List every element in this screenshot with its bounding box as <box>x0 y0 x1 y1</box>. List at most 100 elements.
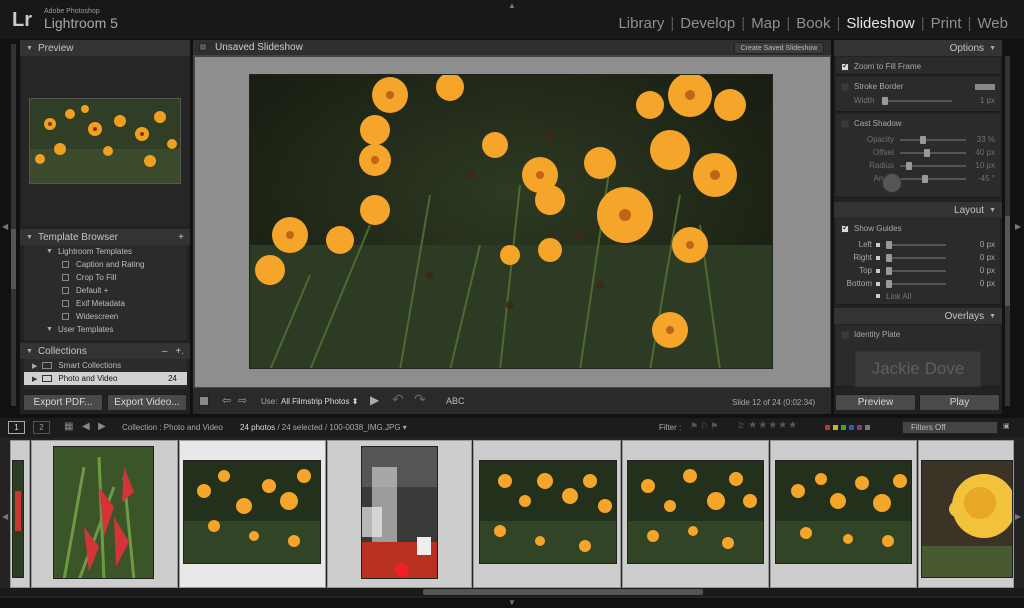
next-slide-icon[interactable]: ⇨ <box>238 394 247 407</box>
shadow-slider[interactable] <box>900 148 966 157</box>
preview-button[interactable]: Preview <box>835 394 916 411</box>
module-web[interactable]: Web <box>971 15 1014 32</box>
previous-slide-icon[interactable]: ⇦ <box>222 394 231 407</box>
stroke-color-swatch[interactable] <box>975 83 995 90</box>
rotate-left-icon[interactable]: ↶ <box>392 391 404 408</box>
use-source-dropdown[interactable]: All Filmstrip Photos ⬍ <box>281 397 358 406</box>
top-panel-toggle-icon[interactable]: ▲ <box>508 1 516 10</box>
blue-label-icon[interactable] <box>849 425 854 430</box>
preview-header[interactable]: ▼ Preview <box>20 40 190 56</box>
slider-knob[interactable] <box>886 279 892 288</box>
width-slider[interactable] <box>882 96 952 105</box>
play-button[interactable]: Play <box>919 394 1000 411</box>
identity-plate-row[interactable]: Identity Plate <box>836 325 1000 344</box>
filmstrip-thumbnail[interactable] <box>479 460 617 564</box>
module-print[interactable]: Print <box>925 15 968 32</box>
template-item[interactable]: Exif Metadata <box>24 297 187 310</box>
filmstrip-scrollbar[interactable] <box>0 588 1024 596</box>
guide-checkbox[interactable] <box>876 242 880 247</box>
slider-knob[interactable] <box>922 174 929 183</box>
slider-knob[interactable] <box>882 96 888 105</box>
right-panel-toggle-icon[interactable]: ▶ <box>1015 222 1021 231</box>
link-all-row[interactable]: Link All <box>836 290 1000 302</box>
slider-knob[interactable] <box>886 240 892 249</box>
guide-slider[interactable] <box>886 240 946 249</box>
purple-label-icon[interactable] <box>857 425 862 430</box>
forward-arrow-icon[interactable]: ▶ <box>98 421 106 432</box>
slider-knob[interactable] <box>919 135 926 144</box>
slider-knob[interactable] <box>886 253 892 262</box>
left-scrollbar[interactable] <box>11 44 16 406</box>
template-item[interactable]: Widescreen <box>24 310 187 323</box>
zoom-to-fill-checkbox[interactable] <box>841 61 849 71</box>
export-pdf-button[interactable]: Export PDF... <box>23 394 103 411</box>
cast-shadow-row[interactable]: Cast Shadow <box>836 114 1000 133</box>
main-window-button[interactable]: 1 <box>8 421 25 434</box>
module-slideshow[interactable]: Slideshow <box>840 15 920 32</box>
filter-lock-icon[interactable]: ▣ <box>1003 422 1010 430</box>
module-develop[interactable]: Develop <box>674 15 741 32</box>
filmstrip-info[interactable]: 24 photos / 24 selected / 100-0038_IMG.J… <box>240 423 407 432</box>
show-guides-checkbox[interactable] <box>841 223 849 233</box>
yellow-label-icon[interactable] <box>833 425 838 430</box>
filmstrip-thumbnail[interactable] <box>921 460 1013 578</box>
guide-checkbox[interactable] <box>876 281 880 286</box>
module-library[interactable]: Library <box>612 15 670 32</box>
right-scrollbar[interactable] <box>1005 56 1010 406</box>
filmstrip-thumbnail[interactable] <box>627 460 764 564</box>
scrollbar-thumb[interactable] <box>423 589 703 595</box>
second-window-button[interactable]: 2 <box>33 421 50 434</box>
show-guides-row[interactable]: Show Guides <box>836 219 1000 238</box>
flag-filter-icons[interactable]: ⚑⚐⚑ <box>690 421 720 432</box>
filmstrip-right-arrow-icon[interactable]: ▶ <box>1015 512 1021 521</box>
play-preview-icon[interactable]: ▶ <box>370 393 379 407</box>
rating-filter-stars[interactable]: ≥ ★★★★★ <box>738 420 798 431</box>
collections-minus-button[interactable]: – <box>162 346 168 357</box>
stroke-border-row[interactable]: Stroke Border <box>836 77 1000 96</box>
collections-header[interactable]: ▼ Collections – +. <box>20 343 190 359</box>
template-item[interactable]: Crop To Fill <box>24 271 187 284</box>
red-label-icon[interactable] <box>825 425 830 430</box>
shadow-slider[interactable] <box>900 135 966 144</box>
module-map[interactable]: Map <box>745 15 786 32</box>
collections-add-button[interactable]: +. <box>175 346 184 357</box>
grid-view-icon[interactable]: ▦ <box>64 421 73 432</box>
filmstrip-thumbnail[interactable] <box>361 446 438 579</box>
create-saved-slideshow-button[interactable]: Create Saved Slideshow <box>734 42 824 54</box>
photo-and-video-item[interactable]: ▶ Photo and Video 24 <box>24 372 187 385</box>
template-browser-header[interactable]: ▼ Template Browser + <box>20 229 190 245</box>
filmstrip-source[interactable]: Collection : Photo and Video <box>122 423 223 432</box>
identity-plate-checkbox[interactable] <box>841 330 849 339</box>
filters-dropdown[interactable]: Filters Off <box>902 421 998 434</box>
back-arrow-icon[interactable]: ◀ <box>82 421 90 432</box>
slider-knob[interactable] <box>886 266 892 275</box>
add-text-button[interactable]: ABC <box>446 396 465 406</box>
slider-knob[interactable] <box>906 161 912 170</box>
smart-collections-item[interactable]: ▶ Smart Collections <box>24 359 187 372</box>
filmstrip-thumbnail[interactable] <box>183 460 321 564</box>
guide-checkbox[interactable] <box>876 268 880 273</box>
color-label-filter[interactable] <box>825 425 870 430</box>
template-item[interactable]: Caption and Rating <box>24 258 187 271</box>
guide-slider[interactable] <box>886 266 946 275</box>
layout-header[interactable]: Layout ▼ <box>834 202 1002 218</box>
left-panel-toggle-icon[interactable]: ◀ <box>2 222 8 231</box>
guide-checkbox[interactable] <box>876 255 880 260</box>
folder-lightroom-templates[interactable]: ▼ Lightroom Templates <box>24 245 187 258</box>
export-video-button[interactable]: Export Video... <box>107 394 187 411</box>
shadow-slider[interactable] <box>900 174 966 183</box>
green-label-icon[interactable] <box>841 425 846 430</box>
filmstrip-left-arrow-icon[interactable]: ◀ <box>2 512 8 521</box>
stop-button[interactable] <box>199 396 209 406</box>
cast-shadow-checkbox[interactable] <box>841 119 849 128</box>
angle-dial[interactable] <box>882 173 902 193</box>
zoom-to-fill-row[interactable]: Zoom to Fill Frame <box>836 57 1000 76</box>
filmstrip-thumbnail[interactable] <box>53 446 154 579</box>
rotate-right-icon[interactable]: ↷ <box>414 391 426 408</box>
slider-knob[interactable] <box>924 148 930 157</box>
guide-slider[interactable] <box>886 253 946 262</box>
guide-slider[interactable] <box>886 279 946 288</box>
folder-user-templates[interactable]: ▼ User Templates <box>24 323 187 336</box>
link-all-checkbox[interactable] <box>876 294 880 298</box>
filmstrip-thumbnail[interactable] <box>12 460 24 578</box>
